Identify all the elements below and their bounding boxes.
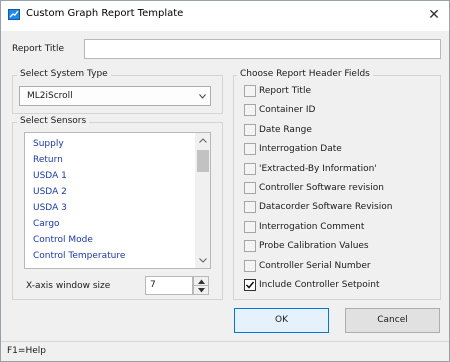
checkbox-controller-software-revision[interactable]	[244, 182, 256, 194]
spinner-divider	[194, 285, 208, 286]
checkbox-label-extracted-by[interactable]: 'Extracted-By Information'	[259, 164, 377, 174]
checkbox-extracted-by[interactable]	[244, 163, 256, 175]
checkbox-label-probe-calibration-values[interactable]: Probe Calibration Values	[259, 241, 369, 251]
checkbox-label-datacorder-software-revision[interactable]: Datacorder Software Revision	[259, 202, 392, 212]
checkbox-label-interrogation-date[interactable]: Interrogation Date	[259, 144, 342, 154]
close-icon[interactable]: ✕	[424, 5, 444, 25]
scroll-thumb[interactable]	[197, 150, 209, 172]
system-type-selected: ML2iScroll	[27, 91, 73, 101]
status-bar: F1=Help	[1, 341, 449, 361]
checkbox-label-date-range[interactable]: Date Range	[259, 125, 312, 135]
list-item[interactable]: Return	[33, 155, 63, 165]
report-title-label: Report Title	[12, 44, 64, 54]
header-fields-group-title: Choose Report Header Fields	[237, 69, 373, 79]
scroll-down-icon[interactable]	[199, 258, 207, 263]
sensors-group-title: Select Sensors	[17, 116, 90, 126]
checkbox-label-interrogation-comment[interactable]: Interrogation Comment	[259, 222, 364, 232]
checkbox-interrogation-comment[interactable]	[244, 221, 256, 233]
list-item[interactable]: Cargo	[33, 219, 60, 229]
chart-app-icon	[8, 9, 20, 20]
xaxis-window-input[interactable]: 7	[145, 276, 193, 295]
checkbox-probe-calibration-values[interactable]	[244, 240, 256, 252]
spin-up-icon[interactable]	[198, 279, 205, 284]
list-item[interactable]: Control Temperature	[33, 251, 125, 261]
checkbox-label-include-controller-setpoint[interactable]: Include Controller Setpoint	[259, 280, 380, 290]
checkbox-label-controller-serial-number[interactable]: Controller Serial Number	[259, 261, 371, 271]
checkbox-label-container-id[interactable]: Container ID	[259, 105, 315, 115]
window-title: Custom Graph Report Template	[26, 8, 184, 19]
checkmark-icon	[245, 281, 255, 289]
checkbox-label-controller-software-revision[interactable]: Controller Software revision	[259, 183, 384, 193]
system-type-dropdown[interactable]: ML2iScroll	[19, 86, 211, 106]
checkbox-include-controller-setpoint[interactable]	[244, 279, 256, 291]
scroll-up-icon[interactable]	[199, 138, 207, 143]
chevron-down-icon	[199, 94, 206, 99]
checkbox-date-range[interactable]	[244, 124, 256, 136]
sensors-listbox[interactable]: Supply Return USDA 1 USDA 2 USDA 3 Cargo…	[24, 132, 211, 269]
checkbox-controller-serial-number[interactable]	[244, 260, 256, 272]
list-item[interactable]: USDA 1	[33, 171, 67, 181]
system-type-group-title: Select System Type	[17, 69, 111, 79]
checkbox-datacorder-software-revision[interactable]	[244, 201, 256, 213]
xaxis-window-label: X-axis window size	[26, 281, 111, 291]
list-item[interactable]: USDA 2	[33, 187, 67, 197]
xaxis-window-value: 7	[150, 280, 156, 290]
checkbox-label-report-title[interactable]: Report Title	[259, 86, 311, 96]
ok-button[interactable]: OK	[234, 308, 329, 333]
checkbox-interrogation-date[interactable]	[244, 143, 256, 155]
spin-down-icon[interactable]	[198, 288, 205, 293]
list-item[interactable]: USDA 3	[33, 203, 67, 213]
report-title-input[interactable]	[84, 39, 441, 59]
checkbox-container-id[interactable]	[244, 104, 256, 116]
list-item[interactable]: Supply	[33, 139, 64, 149]
xaxis-window-spinner[interactable]	[193, 276, 209, 295]
sensors-scrollbar[interactable]	[195, 133, 210, 268]
help-hint: F1=Help	[7, 346, 46, 356]
cancel-button[interactable]: Cancel	[345, 308, 440, 333]
checkbox-report-title[interactable]	[244, 85, 256, 97]
list-item[interactable]: Control Mode	[33, 235, 93, 245]
